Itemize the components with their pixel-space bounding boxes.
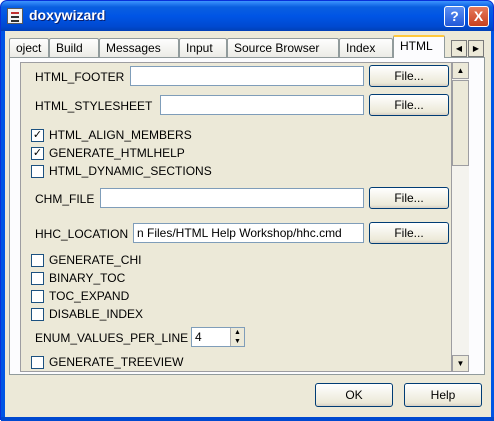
- toc-expand-label: TOC_EXPAND: [49, 289, 130, 303]
- tab-build[interactable]: Build: [49, 38, 99, 57]
- tab-project[interactable]: oject: [9, 38, 49, 57]
- tab-bar: oject Build Messages Input Source Browse…: [5, 35, 491, 58]
- generate-htmlhelp-label: GENERATE_HTMLHELP: [49, 146, 185, 160]
- spinbox-buttons: ▲ ▼: [230, 328, 244, 346]
- window-title: doxywizard: [29, 7, 106, 23]
- html-dynamic-sections-checkbox[interactable]: [31, 165, 44, 178]
- generate-treeview-label: GENERATE_TREEVIEW: [49, 355, 184, 369]
- tab-source-browser[interactable]: Source Browser: [227, 38, 339, 57]
- html-align-members-label: HTML_ALIGN_MEMBERS: [49, 128, 192, 142]
- tab-scroll-right-icon[interactable]: ▶: [468, 40, 484, 57]
- tab-input[interactable]: Input: [179, 38, 227, 57]
- html-stylesheet-field[interactable]: [160, 95, 364, 115]
- binary-toc-checkbox[interactable]: [31, 272, 44, 285]
- html-footer-label: HTML_FOOTER: [35, 70, 125, 84]
- window-frame-bottom: [1, 417, 494, 421]
- hhc-location-file-button[interactable]: File...: [369, 222, 449, 244]
- doxywizard-app-icon: [7, 8, 23, 24]
- help-button[interactable]: Help: [404, 383, 482, 407]
- generate-chi-checkbox[interactable]: [31, 254, 44, 267]
- html-stylesheet-file-button[interactable]: File...: [369, 94, 449, 116]
- generate-chi-label: GENERATE_CHI: [49, 253, 142, 267]
- enum-values-per-line-spinbox[interactable]: 4 ▲ ▼: [191, 327, 245, 347]
- scroll-up-icon[interactable]: ▲: [452, 62, 469, 79]
- tab-messages[interactable]: Messages: [99, 38, 179, 57]
- chm-file-label: CHM_FILE: [35, 192, 95, 206]
- html-footer-file-button[interactable]: File...: [369, 65, 449, 87]
- ok-button[interactable]: OK: [315, 383, 393, 407]
- binary-toc-label: BINARY_TOC: [49, 271, 126, 285]
- close-button[interactable]: X: [468, 6, 489, 27]
- spin-up-icon[interactable]: ▲: [231, 328, 244, 337]
- tab-html[interactable]: HTML: [393, 35, 445, 58]
- enum-values-per-line-value[interactable]: 4: [195, 330, 202, 344]
- help-title-button[interactable]: ?: [444, 6, 465, 27]
- enum-values-per-line-label: ENUM_VALUES_PER_LINE: [35, 331, 189, 345]
- generate-treeview-checkbox[interactable]: [31, 356, 44, 369]
- dialog-client-area: oject Build Messages Input Source Browse…: [5, 31, 491, 417]
- html-align-members-checkbox[interactable]: ✓: [31, 129, 44, 142]
- html-options-panel: HTML_FOOTER File... HTML_STYLESHEET File…: [9, 57, 485, 375]
- disable-index-label: DISABLE_INDEX: [49, 307, 144, 321]
- toc-expand-checkbox[interactable]: [31, 290, 44, 303]
- html-dynamic-sections-label: HTML_DYNAMIC_SECTIONS: [49, 164, 212, 178]
- html-footer-field[interactable]: [130, 66, 364, 86]
- generate-htmlhelp-checkbox[interactable]: ✓: [31, 147, 44, 160]
- scroll-down-icon[interactable]: ▼: [452, 355, 469, 372]
- chm-file-field[interactable]: [100, 188, 364, 208]
- vertical-scrollbar[interactable]: ▲ ▼: [452, 62, 469, 372]
- doxywizard-window: doxywizard ? X oject Build Messages Inpu…: [0, 0, 494, 421]
- hhc-location-field[interactable]: n Files/HTML Help Workshop/hhc.cmd: [133, 223, 364, 243]
- tab-index[interactable]: Index: [339, 38, 393, 57]
- chm-file-file-button[interactable]: File...: [369, 187, 449, 209]
- title-bar[interactable]: doxywizard ? X: [1, 1, 493, 31]
- html-stylesheet-label: HTML_STYLESHEET: [35, 99, 153, 113]
- scroll-thumb[interactable]: [452, 80, 469, 166]
- hhc-location-label: HHC_LOCATION: [35, 227, 129, 241]
- tab-scroll-left-icon[interactable]: ◀: [451, 40, 467, 57]
- options-scroll-area: HTML_FOOTER File... HTML_STYLESHEET File…: [20, 62, 452, 372]
- disable-index-checkbox[interactable]: [31, 308, 44, 321]
- spin-down-icon[interactable]: ▼: [231, 337, 244, 346]
